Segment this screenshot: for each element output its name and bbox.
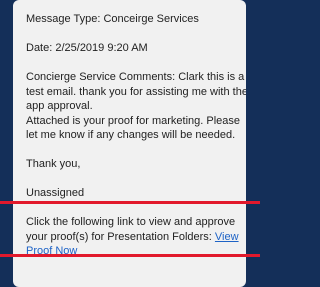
comments-line-2: test email. thank you for assisting me w… bbox=[26, 85, 246, 98]
comments-line-3: app approval. bbox=[26, 100, 93, 112]
thanks-text: Thank you, bbox=[26, 158, 81, 170]
link-prompt: Click the following link to view and app… bbox=[26, 216, 236, 243]
attached-line-2: let me know if any changes will be neede… bbox=[26, 129, 236, 141]
assignee-text: Unassigned bbox=[26, 187, 85, 199]
link-paragraph: Click the following link to view and app… bbox=[26, 215, 246, 259]
message-card: Message Type: Conceirge Services Date: 2… bbox=[13, 0, 246, 287]
comments-line-1: Concierge Service Comments: Clark this i… bbox=[26, 71, 245, 83]
attached-line-1: Attached is your proof for marketing. Pl… bbox=[26, 114, 240, 127]
message-date: Date: 2/25/2019 9:20 AM bbox=[26, 42, 148, 54]
message-type: Message Type: Conceirge Services bbox=[26, 13, 199, 25]
